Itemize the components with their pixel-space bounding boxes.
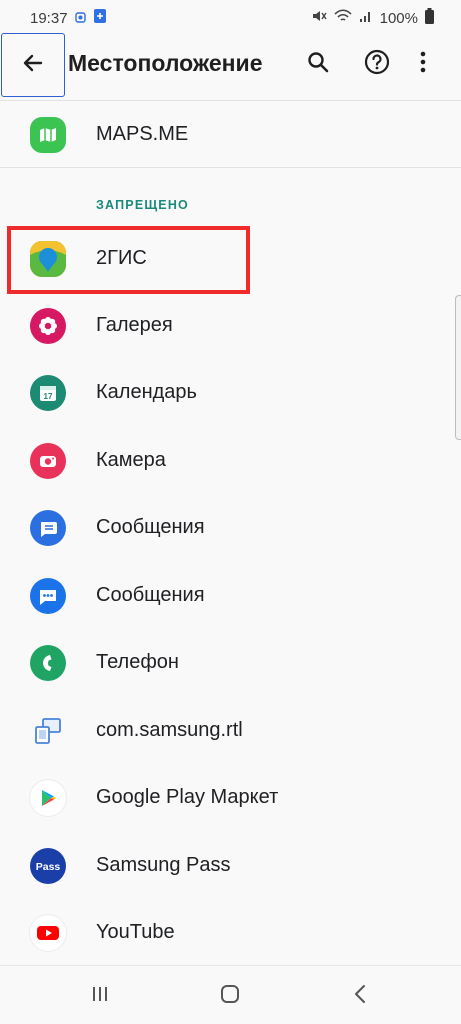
help-button[interactable] <box>359 46 395 82</box>
2gis-icon <box>30 240 66 277</box>
calendar-icon: 17 <box>30 374 66 411</box>
back-nav-button[interactable] <box>340 980 380 1012</box>
list-item-phone[interactable]: Телефон <box>0 629 461 696</box>
list-item-gallery[interactable]: Галерея <box>0 292 461 359</box>
list-item-label: Камера <box>96 449 166 471</box>
search-button[interactable] <box>300 46 336 82</box>
mute-icon <box>311 9 327 27</box>
status-bar: 19:37 100% <box>0 0 461 36</box>
notification-icon <box>74 10 86 27</box>
app-bar: Местоположение <box>0 32 461 100</box>
section-header-denied: ЗАПРЕЩЕНО <box>96 198 189 212</box>
list-item-label: Календарь <box>96 381 197 403</box>
svg-text:17: 17 <box>44 392 53 401</box>
list-item-label: Samsung Pass <box>96 854 231 876</box>
recents-button[interactable] <box>80 980 120 1012</box>
mapsme-icon <box>30 116 66 153</box>
youtube-icon <box>30 914 66 951</box>
list-item-label: Галерея <box>96 314 173 336</box>
messages-icon <box>30 509 66 546</box>
play-store-icon <box>30 779 66 816</box>
arrow-back-icon <box>21 51 45 80</box>
status-time: 19:37 <box>30 9 68 27</box>
recents-icon <box>90 985 110 1008</box>
list-item-camera[interactable]: Камера <box>0 427 461 494</box>
battery-icon <box>425 8 434 28</box>
samsung-pass-icon: Pass <box>30 847 66 884</box>
list-item-2gis[interactable]: 2ГИС <box>0 225 461 292</box>
list-item-messages[interactable]: Сообщения <box>0 494 461 561</box>
search-icon <box>307 51 329 78</box>
list-item-messages-google[interactable]: Сообщения <box>0 562 461 629</box>
navigation-bar <box>0 965 461 1024</box>
home-icon <box>220 984 240 1009</box>
screen-share-icon <box>93 8 107 28</box>
list-item-label: Телефон <box>96 651 179 673</box>
back-nav-icon <box>353 984 367 1009</box>
list-item-mapsme[interactable]: MAPS.ME <box>0 101 461 168</box>
wifi-icon <box>334 9 352 27</box>
gallery-icon <box>30 307 66 344</box>
more-vert-icon <box>420 51 426 78</box>
help-icon <box>364 49 390 80</box>
list-item-label: YouTube <box>96 921 175 943</box>
list-item-label: Сообщения <box>96 584 205 606</box>
list-item-samsung-rtl[interactable]: com.samsung.rtl <box>0 697 461 764</box>
list-item-label: MAPS.ME <box>96 123 189 145</box>
camera-icon <box>30 442 66 479</box>
home-button[interactable] <box>210 980 250 1012</box>
phone-icon <box>30 644 66 681</box>
list-item-play-store[interactable]: Google Play Маркет <box>0 764 461 831</box>
messages-google-icon <box>30 577 66 614</box>
scrollbar-thumb[interactable] <box>455 295 461 440</box>
list-item-calendar[interactable]: 17 Календарь <box>0 359 461 426</box>
section-divider <box>0 167 461 168</box>
back-button[interactable] <box>1 33 65 97</box>
battery-percent: 100% <box>379 9 418 27</box>
rtl-icon <box>30 713 66 749</box>
list-item-label: 2ГИС <box>96 247 147 269</box>
list-item-youtube[interactable]: YouTube <box>0 899 461 966</box>
list-item-label: Сообщения <box>96 516 205 538</box>
svg-text:Pass: Pass <box>36 861 61 873</box>
page-title: Местоположение <box>68 50 263 76</box>
more-options-button[interactable] <box>405 46 441 82</box>
list-item-label: com.samsung.rtl <box>96 719 243 741</box>
list-item-label: Google Play Маркет <box>96 786 279 808</box>
signal-icon <box>359 9 373 27</box>
list-item-samsung-pass[interactable]: Pass Samsung Pass <box>0 832 461 899</box>
